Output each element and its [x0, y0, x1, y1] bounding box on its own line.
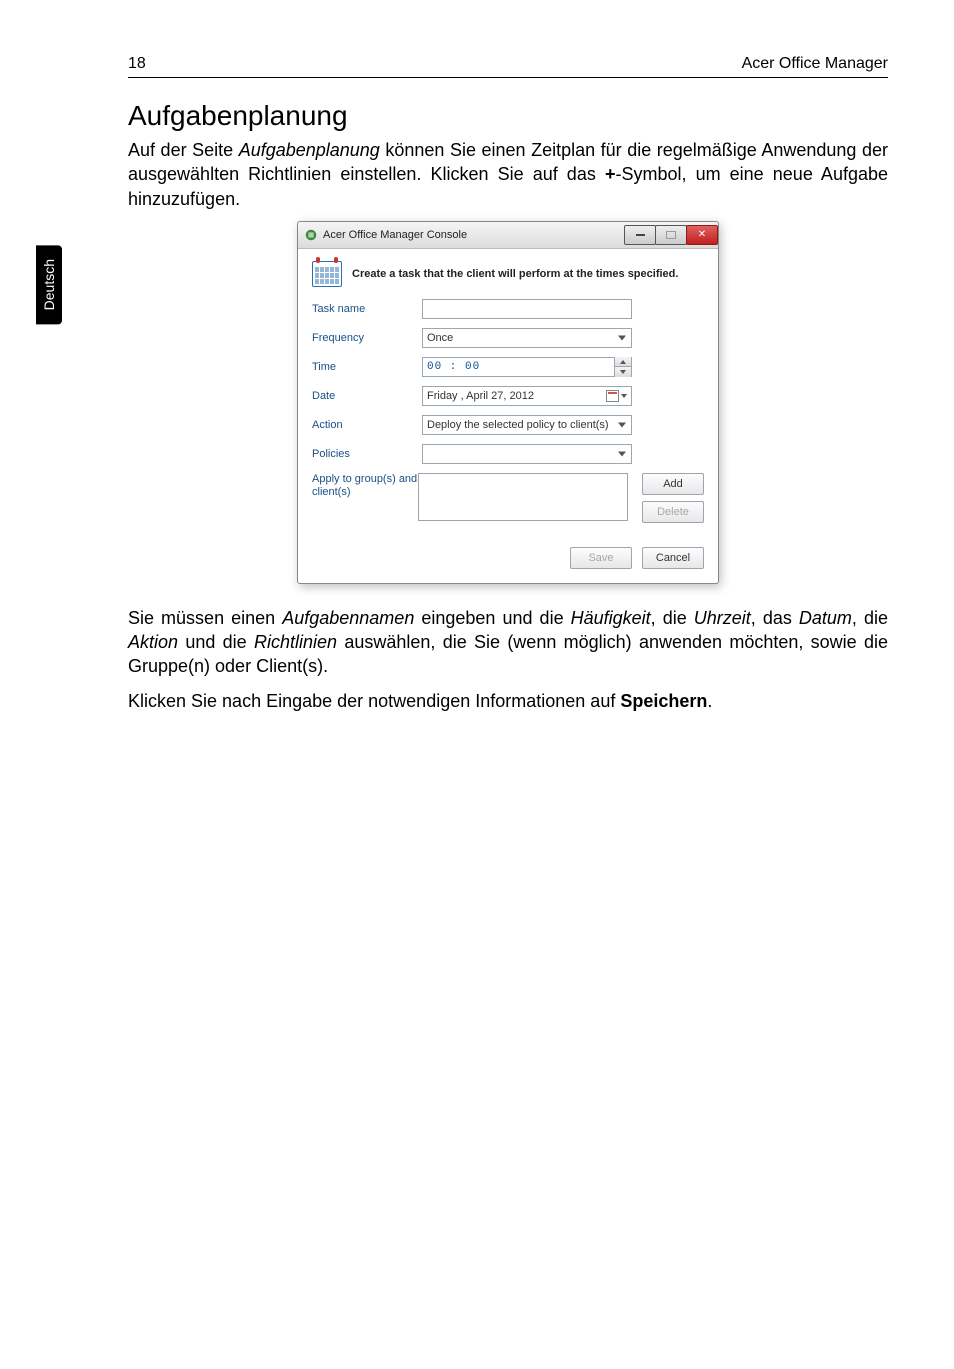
save-button[interactable]: Save [570, 547, 632, 569]
dialog-window: Acer Office Manager Console ✕ Create a t… [297, 221, 719, 584]
page-content: 18 Acer Office Manager Aufgabenplanung A… [128, 0, 888, 713]
spinner-up-icon[interactable] [615, 357, 631, 368]
input-time[interactable]: 00 : 00 [422, 357, 632, 377]
add-button[interactable]: Add [642, 473, 704, 495]
chevron-down-icon [621, 394, 627, 398]
intro-paragraph: Auf der Seite Aufgabenplanung können Sie… [128, 138, 888, 211]
date-value: Friday , April 27, 2012 [427, 390, 534, 402]
paragraph-3: Klicken Sie nach Eingabe der notwendigen… [128, 689, 888, 713]
select-action[interactable]: Deploy the selected policy to client(s) [422, 415, 632, 435]
row-time: Time 00 : 00 [312, 357, 704, 377]
product-name: Acer Office Manager [742, 55, 888, 73]
section-title: Aufgabenplanung [128, 100, 888, 132]
label-apply-to: Apply to group(s) and client(s) [312, 473, 418, 499]
label-task-name: Task name [312, 303, 422, 315]
label-date: Date [312, 390, 422, 402]
dialog-body: Create a task that the client will perfo… [298, 249, 718, 583]
date-picker-button[interactable] [606, 390, 627, 402]
language-side-tab: Deutsch [36, 245, 62, 324]
input-date[interactable]: Friday , April 27, 2012 [422, 386, 632, 406]
row-task-name: Task name [312, 299, 704, 319]
title-bar: Acer Office Manager Console ✕ [298, 222, 718, 249]
cancel-button[interactable]: Cancel [642, 547, 704, 569]
spinner-down-icon[interactable] [615, 367, 631, 377]
close-button[interactable]: ✕ [686, 225, 718, 245]
row-policies: Policies [312, 444, 704, 464]
calendar-icon [312, 261, 342, 287]
window-buttons: ✕ [625, 225, 718, 245]
row-apply-to: Apply to group(s) and client(s) Add Dele… [312, 473, 704, 523]
dialog-header-text: Create a task that the client will perfo… [352, 268, 678, 280]
window-title: Acer Office Manager Console [323, 229, 625, 241]
label-time: Time [312, 361, 422, 373]
label-frequency: Frequency [312, 332, 422, 344]
row-frequency: Frequency Once [312, 328, 704, 348]
app-icon [304, 228, 318, 242]
calendar-mini-icon [606, 390, 619, 402]
time-spinner[interactable] [614, 357, 631, 377]
select-policies[interactable] [422, 444, 632, 464]
dialog-footer: Save Cancel [312, 547, 704, 569]
row-date: Date Friday , April 27, 2012 [312, 386, 704, 406]
select-frequency[interactable]: Once [422, 328, 632, 348]
paragraph-2: Sie müssen einen Aufgabennamen eingeben … [128, 606, 888, 679]
apply-to-list[interactable] [418, 473, 628, 521]
maximize-button[interactable] [655, 225, 687, 245]
delete-button[interactable]: Delete [642, 501, 704, 523]
header-rule [128, 77, 888, 78]
row-action: Action Deploy the selected policy to cli… [312, 415, 704, 435]
label-action: Action [312, 419, 422, 431]
page-number: 18 [128, 55, 146, 73]
dialog-screenshot: Acer Office Manager Console ✕ Create a t… [128, 221, 888, 584]
dialog-header: Create a task that the client will perfo… [312, 261, 704, 287]
minimize-button[interactable] [624, 225, 656, 245]
input-task-name[interactable] [422, 299, 632, 319]
page-header: 18 Acer Office Manager [128, 55, 888, 73]
label-policies: Policies [312, 448, 422, 460]
apply-side-buttons: Add Delete [642, 473, 704, 523]
time-value: 00 : 00 [427, 361, 480, 373]
